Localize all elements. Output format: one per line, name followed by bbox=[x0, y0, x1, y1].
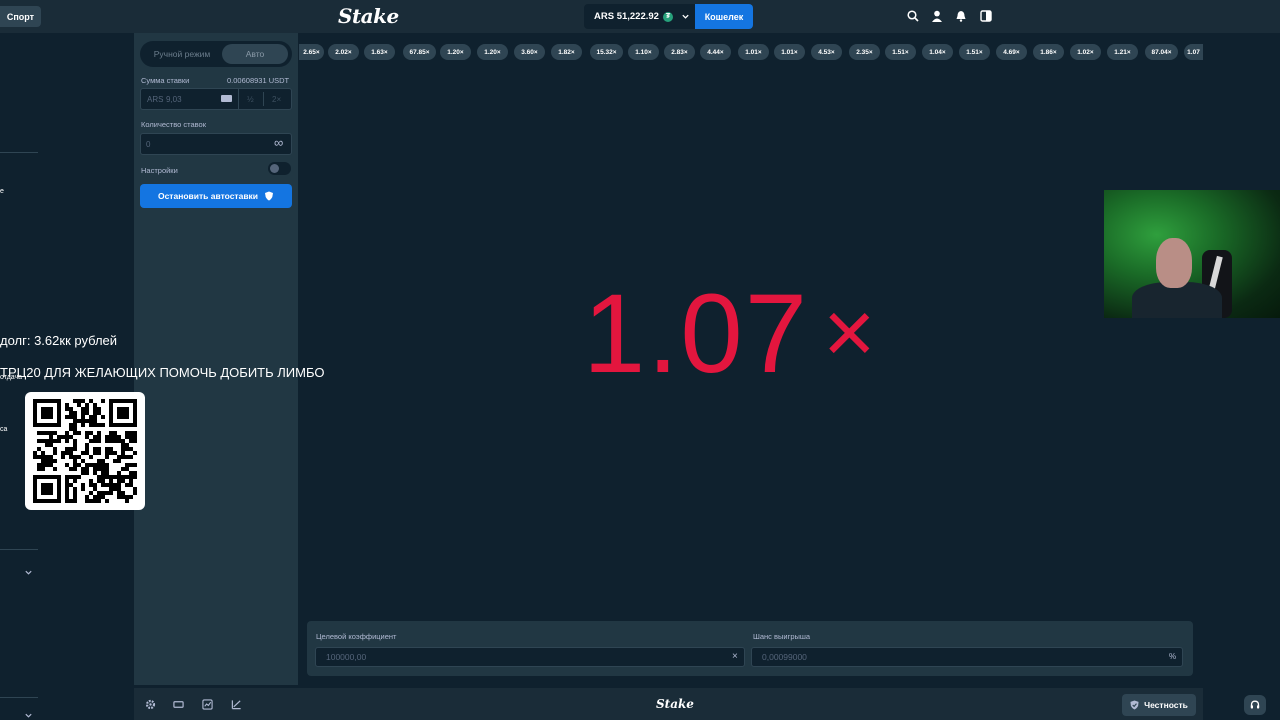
trend-icon[interactable] bbox=[231, 699, 242, 710]
stats-icon[interactable] bbox=[202, 699, 213, 710]
history-pill[interactable]: 1.51× bbox=[885, 44, 916, 60]
percent-icon: % bbox=[1169, 652, 1177, 661]
target-label: Целевой коэффициент bbox=[316, 632, 397, 641]
sidebar-divider bbox=[0, 549, 38, 550]
target-multiplier-input[interactable]: 100000,00 bbox=[315, 647, 745, 667]
clear-icon[interactable]: × bbox=[732, 651, 738, 662]
history-pill[interactable]: 2.02× bbox=[328, 44, 359, 60]
stop-autobet-label: Остановить автоставки bbox=[157, 191, 259, 201]
footer-logo: Stake bbox=[656, 697, 694, 711]
history-pill[interactable]: 87.04× bbox=[1145, 44, 1178, 60]
infinity-icon: ∞ bbox=[274, 135, 284, 150]
qr-code-image bbox=[33, 399, 137, 503]
auto-mode-tab[interactable]: Авто bbox=[222, 44, 288, 64]
stake-logo[interactable]: Stake bbox=[338, 4, 399, 28]
qr-code bbox=[25, 392, 145, 510]
history-pill[interactable]: 1.01× bbox=[738, 44, 769, 60]
double-button[interactable]: 2× bbox=[272, 95, 281, 104]
bet-amount-input[interactable]: 9,03 bbox=[166, 95, 182, 104]
manual-mode-tab[interactable]: Ручной режим bbox=[144, 44, 220, 64]
result-value: 1.07 bbox=[583, 270, 809, 396]
history-pill[interactable]: 3.60× bbox=[514, 44, 545, 60]
history-pill[interactable]: 2.35× bbox=[849, 44, 880, 60]
bell-icon[interactable] bbox=[955, 10, 967, 22]
toggle-knob bbox=[270, 164, 279, 173]
sidebar-toggle-icon[interactable] bbox=[980, 10, 992, 22]
tether-icon: ₮ bbox=[662, 11, 673, 22]
search-icon[interactable] bbox=[907, 10, 919, 22]
sport-tab[interactable]: Спорт bbox=[0, 6, 41, 27]
chevron-down-icon[interactable] bbox=[24, 711, 33, 720]
support-button[interactable] bbox=[1244, 695, 1266, 715]
balance-selector[interactable]: ARS 51,222.92 ₮ bbox=[584, 4, 695, 29]
shield-check-icon bbox=[1130, 700, 1139, 710]
history-pill[interactable]: 1.86× bbox=[1033, 44, 1064, 60]
history-pill[interactable]: 4.53× bbox=[811, 44, 842, 60]
bet-amount-label: Сумма ставки bbox=[141, 76, 190, 85]
history-pill[interactable]: 1.04× bbox=[922, 44, 953, 60]
bet-amount-usdt: 0.00608931 USDT bbox=[227, 76, 290, 85]
fairness-label: Честность bbox=[1144, 700, 1188, 710]
user-icon[interactable] bbox=[931, 10, 943, 22]
headset-icon bbox=[1250, 700, 1260, 709]
settings-label: Настройки bbox=[141, 166, 178, 175]
stop-autobet-button[interactable]: Остановить автоставки bbox=[140, 184, 292, 208]
history-pill[interactable]: 1.07 bbox=[1184, 44, 1203, 60]
bet-count-field[interactable] bbox=[140, 133, 292, 155]
chevron-down-icon[interactable] bbox=[24, 568, 33, 577]
result-suffix: × bbox=[822, 282, 878, 383]
card-icon bbox=[221, 95, 232, 102]
history-pill[interactable]: 1.02× bbox=[1070, 44, 1101, 60]
sidebar-divider bbox=[0, 152, 38, 153]
shield-icon bbox=[265, 191, 274, 201]
theatre-mode-icon[interactable] bbox=[173, 699, 184, 710]
history-pill[interactable]: 1.10× bbox=[628, 44, 659, 60]
result-multiplier: 1.07 × bbox=[583, 268, 923, 398]
history-pill[interactable]: 1.01× bbox=[774, 44, 805, 60]
history-pill[interactable]: 4.44× bbox=[700, 44, 731, 60]
chance-label: Шанс выигрыша bbox=[753, 632, 811, 641]
debt-overlay-text: долг: 3.62кк рублей bbox=[0, 333, 118, 348]
gear-icon[interactable] bbox=[145, 699, 156, 710]
bet-count-input[interactable]: 0 bbox=[146, 140, 150, 149]
history-pill[interactable]: 1.20× bbox=[440, 44, 471, 60]
half-button[interactable]: ½ bbox=[247, 95, 254, 104]
sidebar-item-fragment[interactable]: е bbox=[0, 188, 4, 195]
sidebar-divider bbox=[0, 697, 38, 698]
bet-currency: ARS bbox=[147, 95, 164, 104]
history-pill[interactable]: 1.51× bbox=[959, 44, 990, 60]
history-pill[interactable]: 15.32× bbox=[590, 44, 623, 60]
bet-count-label: Количество ставок bbox=[141, 120, 206, 129]
history-pill[interactable]: 2.65× bbox=[299, 44, 324, 60]
webcam-overlay bbox=[1104, 190, 1280, 318]
donation-overlay-text: ТРЦ20 ДЛЯ ЖЕЛАЮЩИХ ПОМОЧЬ ДОБИТЬ ЛИМБО bbox=[0, 365, 325, 380]
history-pill[interactable]: 2.83× bbox=[664, 44, 695, 60]
bet-panel bbox=[134, 33, 298, 685]
history-pill[interactable]: 1.20× bbox=[477, 44, 508, 60]
chevron-down-icon bbox=[682, 14, 689, 19]
webcam-head bbox=[1156, 238, 1192, 288]
sidebar-item-fragment[interactable]: са bbox=[0, 426, 7, 433]
field-divider bbox=[238, 89, 239, 109]
history-pill[interactable]: 1.82× bbox=[551, 44, 582, 60]
history-pill[interactable]: 4.69× bbox=[996, 44, 1027, 60]
fairness-button[interactable]: Честность bbox=[1122, 694, 1196, 716]
wallet-button[interactable]: Кошелек bbox=[695, 4, 753, 29]
field-divider bbox=[263, 92, 264, 106]
balance-value: ARS 51,222.92 bbox=[594, 11, 659, 22]
history-pill[interactable]: 1.63× bbox=[364, 44, 395, 60]
win-chance-input[interactable]: 0,00099000 bbox=[751, 647, 1183, 667]
history-pill[interactable]: 67.85× bbox=[403, 44, 436, 60]
history-pill[interactable]: 1.21× bbox=[1107, 44, 1138, 60]
